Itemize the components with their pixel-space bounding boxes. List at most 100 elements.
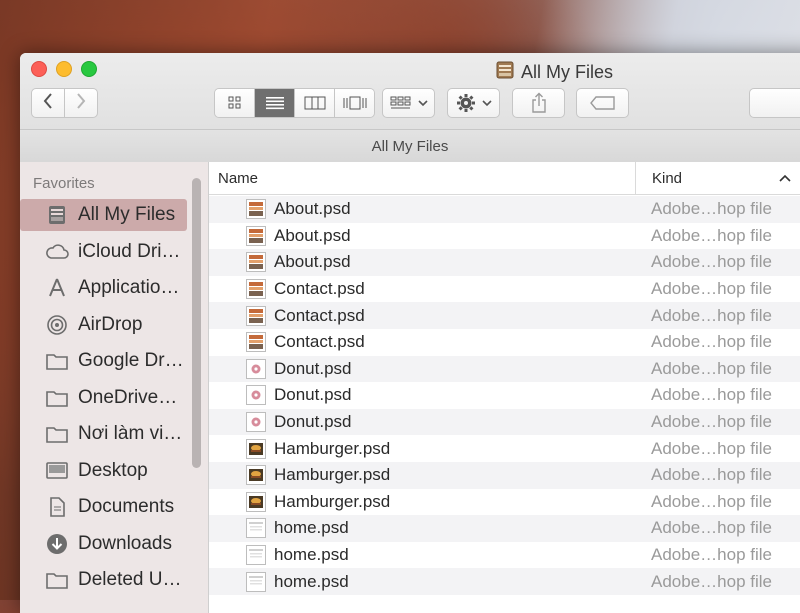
psd-file-icon — [246, 199, 266, 220]
action-button[interactable] — [447, 88, 500, 118]
sidebar-item-label: Nơi làm vi… — [78, 423, 183, 444]
file-kind: Adobe…hop file — [651, 491, 772, 511]
folder-icon — [44, 568, 70, 592]
sidebar-header: Favorites — [33, 175, 95, 192]
psd-file-icon — [246, 518, 266, 539]
sidebar-item-icloud-dri[interactable]: iCloud Dri… — [26, 236, 186, 268]
sidebar-scrollbar[interactable] — [192, 178, 201, 468]
file-kind: Adobe…hop file — [651, 332, 772, 352]
table-row[interactable]: Donut.psd Adobe…hop file — [209, 355, 800, 383]
file-name: Hamburger.psd — [274, 465, 391, 485]
sidebar-item-label: Deleted U… — [78, 569, 182, 590]
sidebar-item-airdrop[interactable]: AirDrop — [26, 309, 186, 341]
table-row[interactable]: home.psd Adobe…hop file — [209, 568, 800, 595]
psd-file-icon — [246, 385, 266, 406]
chevron-right-icon — [75, 92, 87, 115]
table-row[interactable]: About.psd Adobe…hop file — [209, 223, 800, 250]
column-header: Name Kind — [209, 162, 800, 195]
psd-file-icon — [246, 252, 266, 273]
table-row[interactable]: Contact.psd Adobe…hop file — [209, 276, 800, 303]
table-row[interactable]: home.psd Adobe…hop file — [209, 515, 800, 542]
file-kind: Adobe…hop file — [651, 199, 772, 219]
window-title: All My Files — [495, 60, 613, 85]
psd-file-icon — [246, 571, 266, 592]
sidebar-item-desktop[interactable]: Desktop — [26, 455, 186, 487]
forward-button[interactable] — [64, 88, 98, 118]
table-row[interactable]: Contact.psd Adobe…hop file — [209, 329, 800, 356]
sidebar-item-google-dr[interactable]: Google Dr… — [26, 345, 186, 377]
sidebar-item-applicatio[interactable]: Applicatio… — [26, 272, 186, 304]
table-row[interactable]: Hamburger.psd Adobe…hop file — [209, 435, 800, 462]
folder-icon — [44, 386, 70, 410]
file-name: Hamburger.psd — [274, 438, 391, 458]
file-name: Donut.psd — [274, 358, 352, 378]
arrange-button[interactable] — [382, 88, 435, 118]
icon-view-button[interactable] — [215, 89, 255, 117]
psd-file-icon — [246, 279, 266, 300]
table-row[interactable]: About.psd Adobe…hop file — [209, 196, 800, 223]
toolbar: All My Files All My Files — [20, 53, 800, 162]
sidebar-item-onedrive[interactable]: OneDrive… — [26, 382, 186, 414]
file-name: Contact.psd — [274, 279, 365, 299]
sidebar-item-label: Documents — [78, 496, 175, 517]
file-kind: Adobe…hop file — [651, 252, 772, 272]
share-button[interactable] — [512, 88, 565, 118]
table-row[interactable]: home.psd Adobe…hop file — [209, 542, 800, 569]
psd-file-icon — [246, 332, 266, 353]
sidebar-item-deleted-u[interactable]: Deleted U… — [26, 564, 186, 596]
table-row[interactable]: About.psd Adobe…hop file — [209, 249, 800, 276]
chevron-down-icon — [481, 100, 492, 107]
window-title-text: All My Files — [521, 62, 614, 82]
psd-file-icon — [246, 305, 266, 326]
sort-ascending-icon — [779, 171, 791, 185]
sidebar-item-all-my-files[interactable]: All My Files — [20, 199, 187, 231]
share-icon — [531, 92, 546, 113]
folder-icon — [44, 349, 70, 373]
window-controls — [31, 61, 97, 77]
columns-icon — [304, 96, 325, 110]
file-kind: Adobe…hop file — [651, 279, 772, 299]
minimize-button[interactable] — [56, 61, 72, 77]
sidebar-item-n-i-l-m-vi[interactable]: Nơi làm vi… — [26, 418, 186, 450]
drawer-icon — [495, 60, 515, 85]
path-bar: All My Files — [20, 129, 800, 162]
file-name: About.psd — [274, 225, 351, 245]
psd-file-icon — [246, 358, 266, 379]
sidebar-item-label: Downloads — [78, 532, 172, 554]
name-column-header[interactable]: Name — [218, 170, 258, 187]
file-kind: Adobe…hop file — [651, 305, 772, 325]
sidebar-item-label: Desktop — [78, 459, 148, 481]
table-row[interactable]: Hamburger.psd Adobe…hop file — [209, 489, 800, 516]
gear-icon — [456, 94, 475, 112]
sidebar-item-label: AirDrop — [78, 313, 143, 335]
zoom-button[interactable] — [81, 61, 97, 77]
file-kind: Adobe…hop file — [651, 465, 772, 485]
file-kind: Adobe…hop file — [651, 518, 772, 538]
kind-column-header[interactable]: Kind — [635, 162, 800, 194]
file-name: home.psd — [274, 545, 349, 565]
file-kind: Adobe…hop file — [651, 571, 772, 591]
tags-button[interactable] — [576, 88, 629, 118]
table-row[interactable]: Donut.psd Adobe…hop file — [209, 382, 800, 409]
psd-file-icon — [246, 491, 266, 512]
path-title: All My Files — [371, 137, 449, 155]
sidebar-item-label: iCloud Dri… — [78, 240, 181, 262]
sidebar-item-downloads[interactable]: Downloads — [26, 528, 186, 560]
chevron-down-icon — [417, 100, 428, 107]
search-field[interactable] — [749, 88, 800, 118]
table-row[interactable]: Donut.psd Adobe…hop file — [209, 408, 800, 436]
documents-icon — [44, 495, 70, 519]
sidebar-item-documents[interactable]: Documents — [26, 491, 186, 523]
psd-file-icon — [246, 225, 266, 246]
table-row[interactable]: Hamburger.psd Adobe…hop file — [209, 462, 800, 489]
all-my-files-icon — [44, 203, 70, 227]
table-row[interactable]: Contact.psd Adobe…hop file — [209, 302, 800, 329]
back-button[interactable] — [31, 88, 65, 118]
list-view-button[interactable] — [255, 89, 295, 117]
close-button[interactable] — [31, 61, 47, 77]
downloads-icon — [44, 532, 70, 556]
cover-flow-view-button[interactable] — [335, 89, 374, 117]
column-view-button[interactable] — [295, 89, 335, 117]
cover-flow-icon — [343, 96, 366, 110]
file-kind: Adobe…hop file — [651, 545, 772, 565]
